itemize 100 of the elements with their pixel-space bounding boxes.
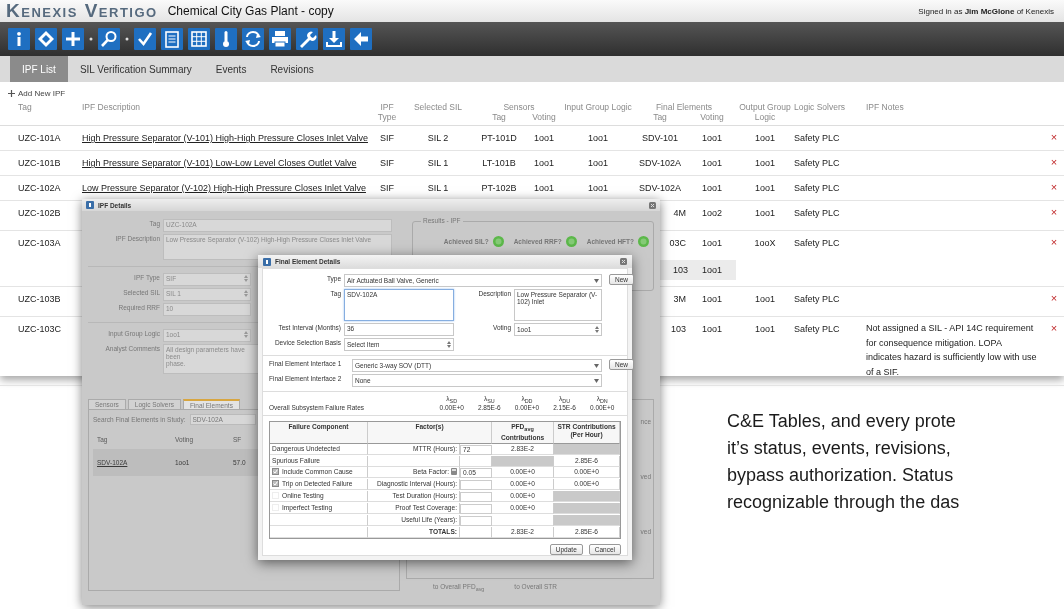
input-field[interactable] — [460, 479, 492, 490]
diamond-icon[interactable] — [35, 28, 57, 50]
add-new-ipf-link[interactable]: Add New IPF — [18, 88, 66, 98]
table-cell-text: 1oo1 — [701, 133, 723, 143]
table-cell-text: SIF — [379, 133, 395, 143]
input-field[interactable] — [460, 515, 492, 526]
select-arrows-icon — [244, 290, 248, 297]
table-cell-text: 1oo1 — [754, 324, 776, 334]
column-header: Tag — [491, 112, 507, 122]
delete-button[interactable]: × — [1044, 158, 1064, 167]
table-cell-text: 1oo1 — [701, 183, 723, 193]
app-logo: Kenexis Vertigo — [6, 0, 158, 22]
table-cell-text: SIL 1 — [426, 158, 450, 168]
select-arrows-icon — [447, 341, 451, 348]
column-header: Logic Solvers — [794, 102, 847, 114]
column-header: Tag — [652, 112, 668, 122]
table-cell-text: PT-102B — [480, 183, 518, 193]
table-cell-text: PT-101D — [480, 133, 518, 143]
dialog-icon — [86, 201, 94, 209]
table-cell-text: 1oo1 — [754, 183, 776, 193]
column-header: Tag — [18, 102, 33, 114]
input-field[interactable] — [460, 503, 492, 514]
column-group-header: Sensors — [502, 102, 536, 112]
table-cell-text: Safety PLC — [794, 324, 841, 334]
tab[interactable]: Events — [203, 56, 259, 82]
input-field[interactable] — [460, 491, 492, 502]
tab[interactable]: Revisions — [258, 56, 326, 82]
select-arrows-icon — [595, 326, 599, 333]
table-cell-text: 1oo1 — [533, 183, 555, 193]
table-cell-text: UZC-102B — [18, 208, 62, 218]
table-cell-text: 1oo2 — [701, 208, 723, 218]
search-icon[interactable] — [98, 28, 120, 50]
grid-icon[interactable] — [188, 28, 210, 50]
table-cell-text: 1oo1 — [533, 158, 555, 168]
loop-icon[interactable] — [242, 28, 264, 50]
checkmark-icon[interactable] — [134, 28, 156, 50]
dropdown-arrow-icon — [594, 363, 599, 368]
calculator-icon[interactable] — [451, 468, 457, 476]
table-cell-text: SIF — [379, 183, 395, 193]
table-cell-text: UZC-101A — [18, 133, 62, 143]
table-cell-text: UZC-103C — [18, 324, 62, 334]
info-icon[interactable] — [8, 28, 30, 50]
download-icon[interactable] — [323, 28, 345, 50]
table-cell-text: UZC-102A — [18, 183, 62, 193]
signed-in-text: Signed in as Jim McGlone of Kenexis — [918, 6, 1055, 16]
ipf-description-link[interactable]: High Pressure Separator (V-101) Low-Low Level Closes Outlet Valve — [82, 158, 372, 168]
table-cell-text: 3M — [672, 294, 687, 304]
clipboard-icon[interactable] — [161, 28, 183, 50]
delete-button[interactable]: × — [1044, 294, 1064, 303]
column-header: IPF Description — [82, 102, 142, 114]
dropdown-dot-icon[interactable] — [125, 37, 129, 41]
table-cell-text: 1oo1 — [587, 158, 609, 168]
table-cell-text: 1oo1 — [754, 208, 776, 218]
column-header: IPF Notes — [866, 102, 905, 114]
thermometer-icon[interactable] — [215, 28, 237, 50]
plus-icon[interactable] — [62, 28, 84, 50]
delete-button[interactable]: × — [1044, 183, 1064, 192]
table-cell-text: SDV-102A — [638, 158, 682, 168]
delete-button[interactable]: × — [1044, 133, 1064, 142]
column-header: Voting — [699, 112, 725, 122]
slide-paragraph: C&E Tables, and every prote it’s status, events, revisions, bypass authorization. Status recognizable through the das — [727, 410, 960, 514]
dialog-icon — [263, 257, 271, 266]
table-cell-text: 4M — [672, 208, 687, 218]
project-name: Chemical City Gas Plant - copy — [167, 4, 334, 18]
dropdown-dot-icon[interactable] — [89, 37, 93, 41]
table-cell-text: 1oo1 — [754, 158, 776, 168]
column-group-header: Final Elements — [654, 102, 714, 112]
column-header: Input Group Logic — [564, 102, 632, 114]
table-cell-text: UZC-103B — [18, 294, 62, 304]
delete-button[interactable]: × — [1044, 208, 1064, 217]
table-cell-text: 1ooX — [753, 238, 777, 248]
delete-button[interactable]: × — [1044, 324, 1064, 333]
checkbox[interactable] — [272, 468, 279, 476]
table-cell-text: 1oo1 — [587, 133, 609, 143]
select-arrows-icon — [244, 275, 248, 282]
dropdown-arrow-icon — [594, 378, 599, 383]
table-cell-text: Safety PLC — [794, 158, 841, 168]
ipf-description-link[interactable]: High Pressure Separator (V-101) High-High Pressure Closes Inlet Valve — [82, 133, 372, 143]
table-cell-text: UZC-101B — [18, 158, 62, 168]
table-cell-text: SIF — [379, 158, 395, 168]
table-cell-text: 1oo1 — [701, 294, 723, 304]
table-cell-text: SDV-102A — [638, 183, 682, 193]
table-cell-text: UZC-103A — [18, 238, 62, 248]
table-cell: 1oo1 — [688, 260, 736, 280]
wrench-icon[interactable] — [296, 28, 318, 50]
dropdown-arrow-icon — [594, 278, 599, 283]
table-cell-text: 1oo1 — [587, 183, 609, 193]
checkbox[interactable] — [272, 480, 279, 488]
column-header: Voting — [531, 112, 557, 122]
printer-icon[interactable] — [269, 28, 291, 50]
close-icon[interactable] — [649, 201, 656, 209]
table-cell-text: 1oo1 — [754, 133, 776, 143]
table-cell-text: 1oo1 — [701, 324, 723, 334]
close-icon[interactable] — [620, 258, 627, 265]
tab[interactable]: SIL Verification Summary — [67, 56, 204, 82]
table-cell-text: Safety PLC — [794, 294, 841, 304]
table-cell-text: 103 — [669, 324, 687, 334]
delete-button[interactable]: × — [1044, 238, 1064, 247]
plus-icon[interactable] — [8, 89, 15, 97]
ipf-description-link[interactable]: Low Pressure Separator (V-102) High-High Pressure Closes Inlet Valve — [82, 183, 372, 193]
